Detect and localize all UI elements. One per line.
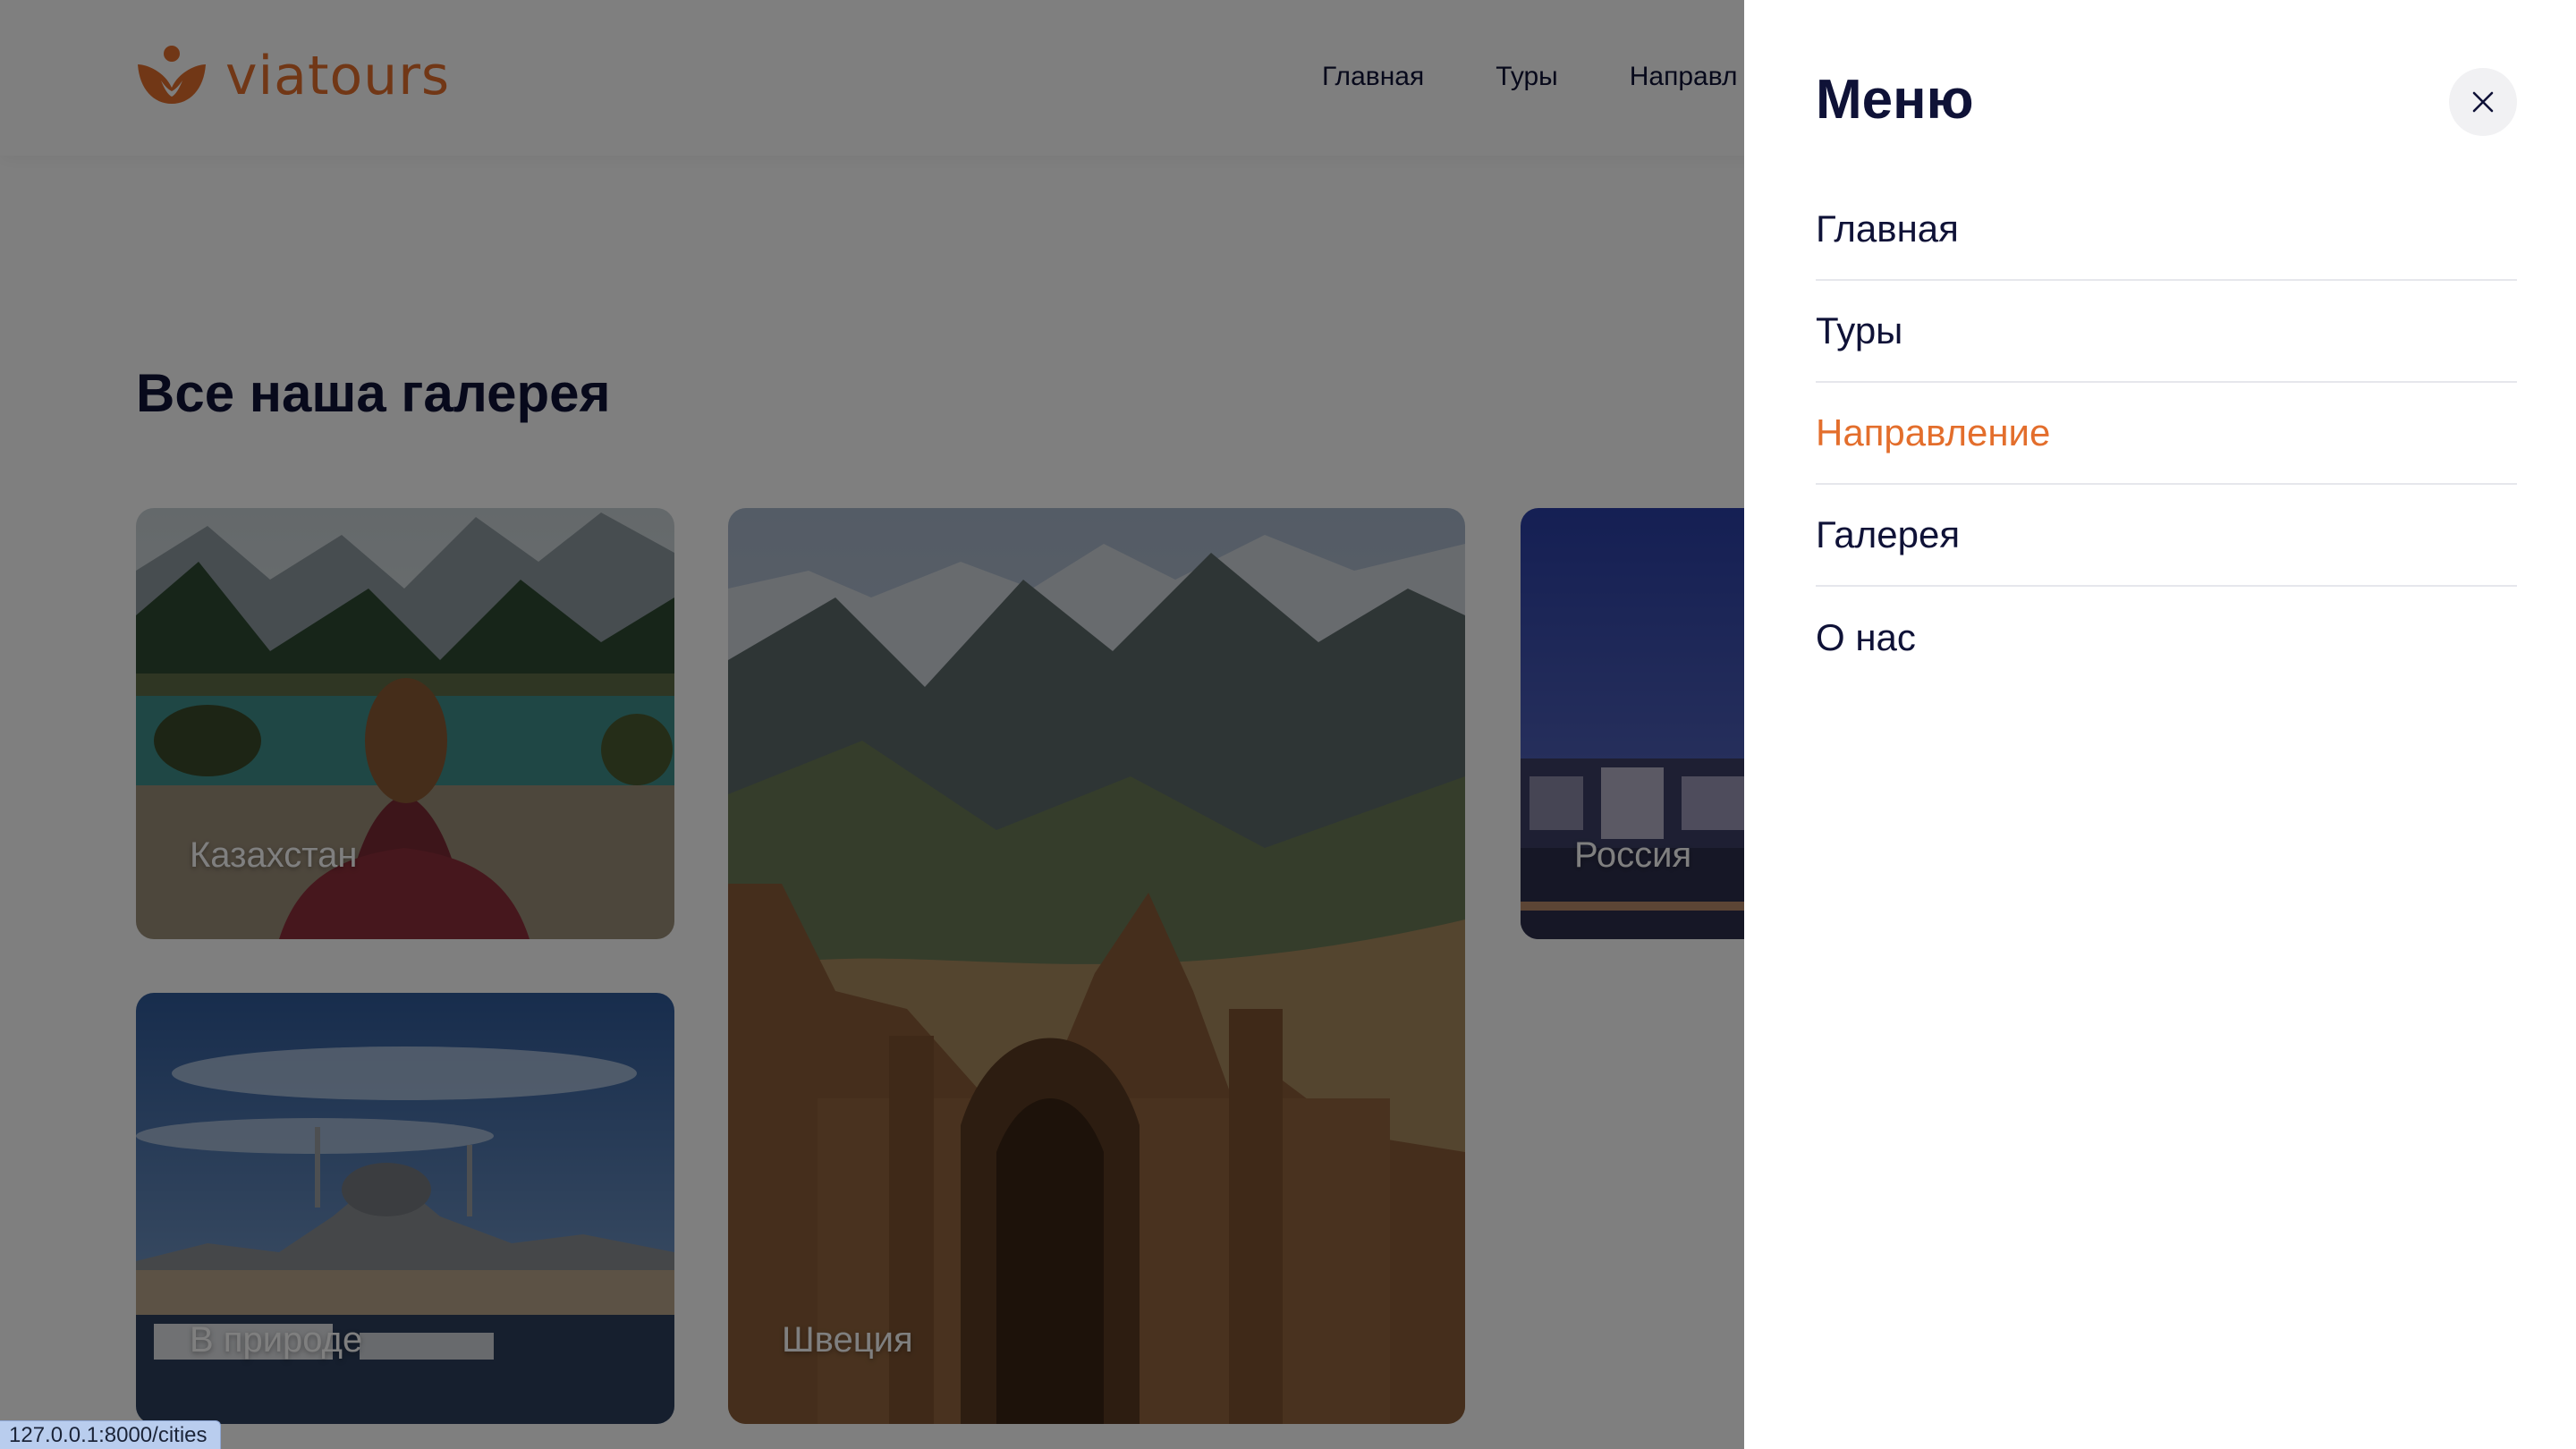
close-icon: [2472, 91, 2494, 113]
menu-title: Меню: [1816, 69, 1974, 131]
menu-item-tours[interactable]: Туры: [1816, 281, 2517, 383]
menu-item-directions[interactable]: Направление: [1816, 383, 2517, 485]
menu-item-home[interactable]: Главная: [1816, 179, 2517, 281]
status-bar-url: 127.0.0.1:8000/cities: [0, 1420, 221, 1449]
menu-item-gallery[interactable]: Галерея: [1816, 485, 2517, 587]
close-button[interactable]: [2449, 68, 2517, 136]
menu-item-about[interactable]: О нас: [1816, 587, 2517, 689]
side-menu: Меню Главная Туры Направление Галерея О …: [1744, 0, 2576, 1449]
menu-list: Главная Туры Направление Галерея О нас: [1816, 179, 2517, 689]
